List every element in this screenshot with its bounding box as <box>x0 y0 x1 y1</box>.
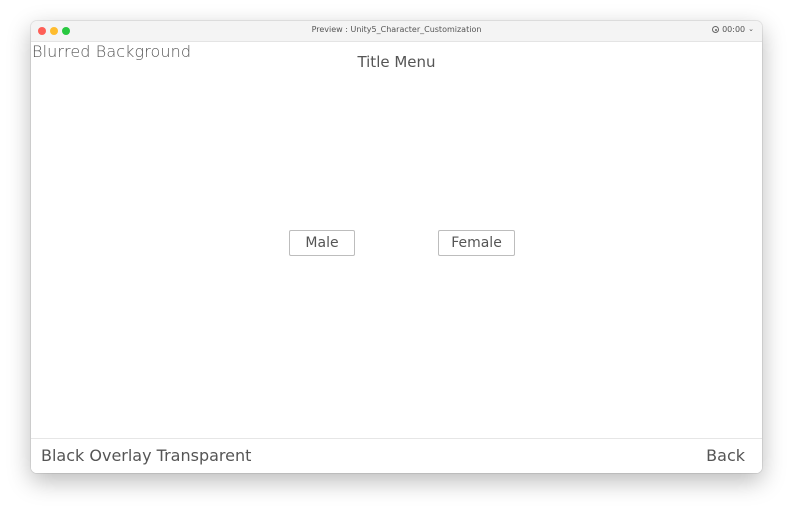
window-title: Preview : Unity5_Character_Customization <box>311 25 482 34</box>
recording-timer[interactable]: 00:00 ⌄ <box>712 25 754 34</box>
timer-text: 00:00 <box>722 25 746 34</box>
black-overlay-label: Black Overlay Transparent <box>41 446 252 465</box>
male-button[interactable]: Male <box>289 230 355 256</box>
record-icon <box>712 26 720 33</box>
page-title: Title Menu <box>357 53 436 71</box>
bottom-bar: Black Overlay Transparent Back <box>31 438 762 473</box>
chevron-down-icon: ⌄ <box>748 25 754 33</box>
game-view: Blurred Background Title Menu Male Femal… <box>31 42 762 473</box>
female-button[interactable]: Female <box>438 230 515 256</box>
back-button[interactable]: Back <box>706 446 745 465</box>
preview-window: Preview : Unity5_Character_Customization… <box>31 21 762 473</box>
window-titlebar[interactable]: Preview : Unity5_Character_Customization… <box>31 21 762 42</box>
